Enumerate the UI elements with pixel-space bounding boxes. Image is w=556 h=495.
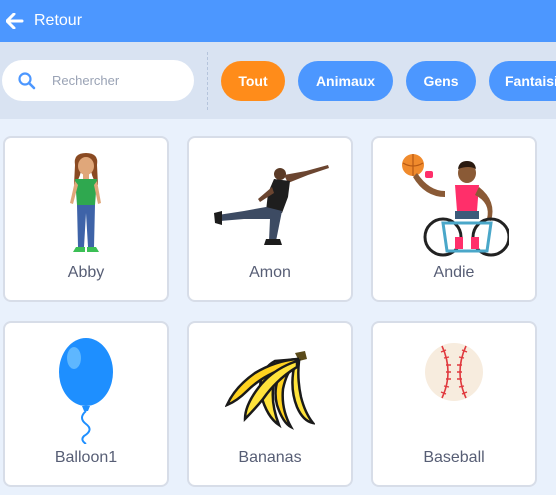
tag-label: Tout <box>238 73 268 89</box>
blue-balloon-icon <box>59 338 113 444</box>
sprite-thumbnail <box>373 335 535 445</box>
search-box[interactable] <box>2 60 194 101</box>
tag-label: Gens <box>423 73 459 89</box>
tag-tout[interactable]: Tout <box>221 61 285 101</box>
girl-character-icon <box>70 153 101 252</box>
sprite-item-andie[interactable]: Andie <box>371 136 537 302</box>
sprite-name: Abby <box>67 264 105 281</box>
sprite-item-bananas[interactable]: Bananas <box>187 321 353 487</box>
search-input[interactable] <box>52 70 182 90</box>
arrow-left-icon <box>6 13 24 29</box>
tag-gens[interactable]: Gens <box>406 61 476 101</box>
tag-fantaisie[interactable]: Fantaisie <box>489 61 556 101</box>
back-label: Retour <box>34 12 83 29</box>
tag-label: Fantaisie <box>505 73 556 89</box>
search-icon <box>18 72 36 90</box>
baseball-icon <box>425 343 483 401</box>
back-button[interactable]: Retour <box>6 12 82 30</box>
sprite-thumbnail <box>189 150 351 260</box>
sprite-thumbnail <box>5 335 167 445</box>
sprite-item-amon[interactable]: Amon <box>187 136 353 302</box>
dancing-man-icon <box>214 165 329 245</box>
tag-label: Animaux <box>315 73 376 89</box>
filter-divider <box>207 52 208 110</box>
sprite-name: Bananas <box>238 449 302 466</box>
sprite-item-abby[interactable]: Abby <box>3 136 169 302</box>
sprite-item-balloon1[interactable]: Balloon1 <box>3 321 169 487</box>
sprite-name: Baseball <box>423 449 485 466</box>
filter-bar: Tout Animaux Gens Fantaisie <box>0 42 556 119</box>
header-bar: Retour <box>0 0 556 42</box>
sprite-item-baseball[interactable]: Baseball <box>371 321 537 487</box>
tag-animaux[interactable]: Animaux <box>298 61 393 101</box>
banana-bunch-icon <box>225 351 315 430</box>
wheelchair-basketball-player-icon <box>402 154 509 257</box>
sprite-name: Andie <box>433 264 475 281</box>
sprite-thumbnail <box>5 150 167 260</box>
sprite-thumbnail <box>373 150 535 260</box>
sprite-name: Balloon1 <box>54 449 118 466</box>
sprite-name: Amon <box>249 264 291 281</box>
sprite-thumbnail <box>189 335 351 445</box>
